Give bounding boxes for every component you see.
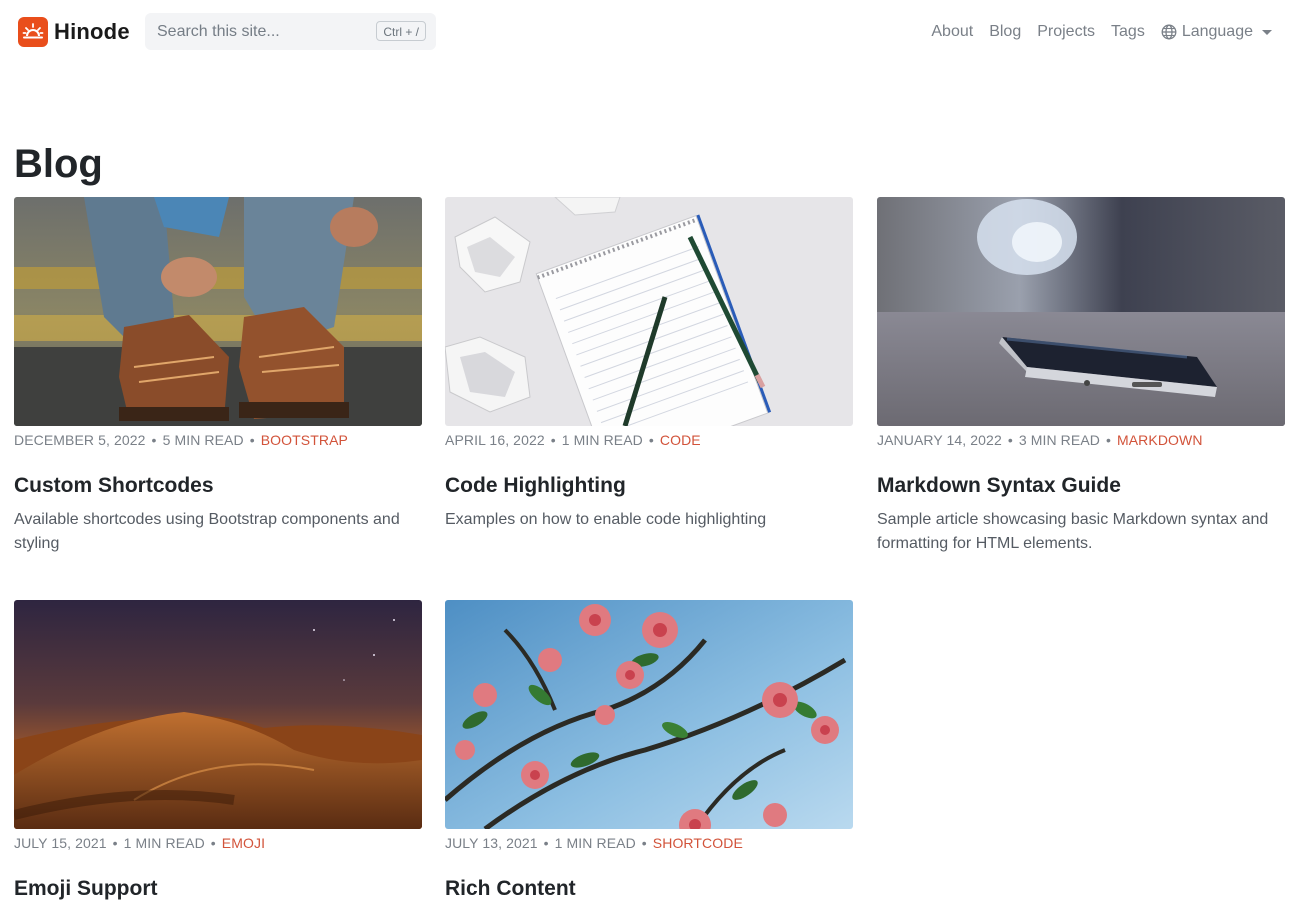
- post-meta: DECEMBER 5, 2022 • 5 MIN READ • BOOTSTRAP: [14, 432, 422, 448]
- post-card: JANUARY 14, 2022 • 3 MIN READ • MARKDOWN Mar…: [877, 197, 1285, 556]
- post-description: Examples on how to enable code highlight…: [445, 511, 767, 528]
- post-read-time: 5 MIN READ: [162, 432, 244, 448]
- sunrise-icon: [18, 17, 48, 47]
- post-title-link[interactable]: Code Highlighting: [445, 474, 626, 497]
- meta-separator: •: [1007, 432, 1013, 448]
- post-thumbnail[interactable]: [445, 600, 853, 829]
- meta-separator: •: [210, 835, 216, 851]
- post-thumbnail[interactable]: [14, 600, 422, 829]
- post-meta: JULY 15, 2021 • 1 MIN READ • EMOJI: [14, 835, 422, 851]
- post-thumbnail[interactable]: [877, 197, 1285, 426]
- post-description: Available shortcodes using Bootstrap com…: [14, 511, 400, 552]
- post-card: JULY 15, 2021 • 1 MIN READ • EMOJI Emoji Sup…: [14, 600, 422, 902]
- meta-separator: •: [249, 432, 255, 448]
- post-thumbnail[interactable]: [445, 197, 853, 426]
- meta-separator: •: [151, 432, 157, 448]
- post-title: Emoji Support: [14, 876, 422, 902]
- post-title: Markdown Syntax Guide: [877, 473, 1285, 499]
- post-title: Code Highlighting: [445, 473, 853, 499]
- meta-separator: •: [1105, 432, 1111, 448]
- language-dropdown[interactable]: Language: [1161, 23, 1272, 41]
- post-meta: JANUARY 14, 2022 • 3 MIN READ • MARKDOWN: [877, 432, 1285, 448]
- post-card: DECEMBER 5, 2022 • 5 MIN READ • BOOTSTRAP Cu…: [14, 197, 422, 556]
- post-title-link[interactable]: Emoji Support: [14, 877, 158, 900]
- search-box: Ctrl + /: [145, 13, 436, 50]
- search-shortcut-hint: Ctrl + /: [376, 21, 426, 41]
- caret-down-icon: [1262, 29, 1272, 35]
- post-read-time: 1 MIN READ: [561, 432, 643, 448]
- post-meta: JULY 13, 2021 • 1 MIN READ • SHORTCODE: [445, 835, 853, 851]
- meta-separator: •: [543, 835, 549, 851]
- meta-separator: •: [550, 432, 556, 448]
- nav-about[interactable]: About: [931, 23, 973, 41]
- post-title-link[interactable]: Rich Content: [445, 877, 576, 900]
- navbar: Hinode Ctrl + / About Blog Projects Tags…: [0, 0, 1308, 64]
- meta-separator: •: [112, 835, 118, 851]
- nav-blog[interactable]: Blog: [989, 23, 1021, 41]
- brand-name: Hinode: [54, 19, 130, 44]
- post-tag[interactable]: BOOTSTRAP: [261, 432, 348, 448]
- language-label: Language: [1181, 23, 1253, 40]
- post-tag[interactable]: MARKDOWN: [1117, 432, 1203, 448]
- post-card: JULY 13, 2021 • 1 MIN READ • SHORTCODE Rich …: [445, 600, 853, 902]
- post-date: APRIL 16, 2022: [445, 432, 545, 448]
- post-meta: APRIL 16, 2022 • 1 MIN READ • CODE: [445, 432, 853, 448]
- post-card: APRIL 16, 2022 • 1 MIN READ • CODE Code High…: [445, 197, 853, 532]
- post-tag[interactable]: SHORTCODE: [653, 835, 743, 851]
- post-date: JULY 13, 2021: [445, 835, 538, 851]
- post-date: JULY 15, 2021: [14, 835, 107, 851]
- post-description: Sample article showcasing basic Markdown…: [877, 511, 1269, 552]
- post-date: DECEMBER 5, 2022: [14, 432, 146, 448]
- post-date: JANUARY 14, 2022: [877, 432, 1002, 448]
- search-input[interactable]: [145, 13, 365, 50]
- brand-link[interactable]: Hinode: [18, 17, 130, 47]
- post-tag[interactable]: CODE: [660, 432, 701, 448]
- post-read-time: 3 MIN READ: [1018, 432, 1100, 448]
- page-title: Blog: [14, 142, 103, 186]
- post-title: Rich Content: [445, 876, 853, 902]
- post-title-link[interactable]: Custom Shortcodes: [14, 474, 214, 497]
- post-read-time: 1 MIN READ: [123, 835, 205, 851]
- meta-separator: •: [648, 432, 654, 448]
- post-read-time: 1 MIN READ: [554, 835, 636, 851]
- post-tag[interactable]: EMOJI: [222, 835, 265, 851]
- meta-separator: •: [641, 835, 647, 851]
- post-title: Custom Shortcodes: [14, 473, 422, 499]
- nav-tags[interactable]: Tags: [1111, 23, 1145, 41]
- post-title-link[interactable]: Markdown Syntax Guide: [877, 474, 1121, 497]
- globe-icon: [1161, 24, 1177, 40]
- nav-projects[interactable]: Projects: [1037, 23, 1095, 41]
- post-thumbnail[interactable]: [14, 197, 422, 426]
- main-nav: About Blog Projects Tags Language: [915, 20, 1272, 44]
